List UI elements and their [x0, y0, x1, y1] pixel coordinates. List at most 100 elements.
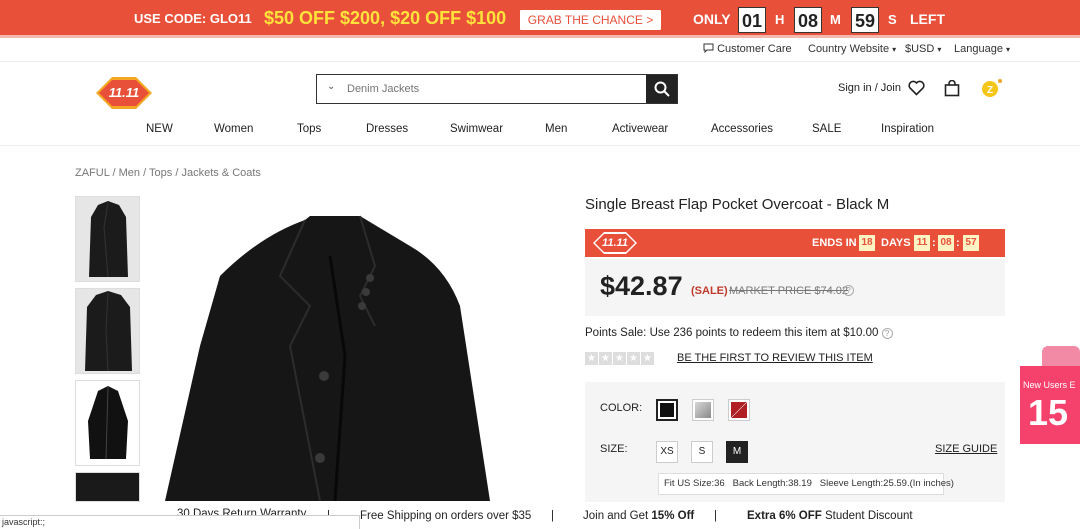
coat-main-image: [160, 196, 520, 501]
help-icon[interactable]: ?: [881, 328, 893, 339]
sign-in-link[interactable]: Sign in / Join: [838, 82, 901, 94]
nav-item-new[interactable]: NEW: [146, 123, 173, 135]
color-swatch-red[interactable]: [728, 399, 750, 421]
sale-colon: :: [956, 237, 960, 249]
color-label: COLOR:: [600, 402, 643, 414]
thumbnail-2[interactable]: [75, 288, 140, 374]
thumbnail-4[interactable]: [75, 472, 140, 502]
sale-tag: (SALE): [691, 285, 728, 297]
nav-item-inspiration[interactable]: Inspiration: [881, 123, 934, 135]
rating-stars: ★ ★ ★ ★ ★: [585, 352, 654, 365]
join-offer-prefix: Join and Get: [583, 510, 652, 522]
sale-badge-text: 11.11: [602, 237, 628, 249]
points-sale-info: Points Sale: Use 236 points to redeem th…: [585, 327, 893, 339]
fit-us-size: Fit US Size:36: [664, 478, 725, 489]
customer-care-link[interactable]: Customer Care: [703, 43, 792, 55]
product-price: $42.87: [600, 271, 683, 301]
promo-code: USE CODE: GLO11: [134, 11, 252, 26]
grab-chance-button[interactable]: GRAB THE CHANCE >: [520, 10, 661, 30]
countdown-seconds: 59: [851, 7, 879, 33]
star-icon: ★: [613, 352, 626, 365]
browser-status-bar: javascript:;: [0, 515, 360, 529]
logo-text: 11.11: [108, 85, 140, 100]
star-icon: ★: [599, 352, 612, 365]
benefit-separator: |: [714, 510, 717, 522]
search-category-chevron-icon[interactable]: ⌄: [327, 81, 335, 92]
nav-item-tops[interactable]: Tops: [297, 123, 321, 135]
nav-item-activewear[interactable]: Activewear: [612, 123, 668, 135]
coat-thumbnail-image: [76, 473, 139, 501]
coat-thumbnail-image: [76, 289, 139, 373]
search-button[interactable]: [646, 75, 677, 103]
star-icon: ★: [641, 352, 654, 365]
size-label: SIZE:: [600, 443, 628, 455]
benefit-separator: |: [551, 510, 554, 522]
svg-text:Z: Z: [987, 85, 993, 96]
shopping-bag-icon[interactable]: [944, 80, 960, 97]
color-swatch-black[interactable]: [656, 399, 678, 421]
size-option-m[interactable]: M: [726, 441, 748, 463]
sale-hours-value: 11: [914, 235, 930, 251]
nav-item-men[interactable]: Men: [545, 123, 567, 135]
countdown-s-unit: S: [888, 12, 897, 27]
coat-thumbnail-image: [76, 197, 139, 281]
currency-dropdown[interactable]: $USD ▾: [905, 43, 941, 55]
star-icon: ★: [585, 352, 598, 365]
sale-colon: :: [932, 237, 936, 249]
sale-days-value: 18: [859, 235, 875, 251]
sale-badge: 11.11: [593, 232, 637, 259]
product-options: COLOR: SIZE: XS S M SIZE GUIDE Fit US Si…: [585, 382, 1005, 502]
heart-icon[interactable]: [908, 80, 925, 96]
help-icon[interactable]: ?: [843, 285, 854, 296]
fit-measurements: Fit US Size:36 Back Length:38.19 Sleeve …: [658, 473, 954, 495]
nav-item-accessories[interactable]: Accessories: [711, 123, 773, 135]
sale-seconds-value: 57: [963, 235, 979, 251]
student-discount-suffix: Student Discount: [821, 510, 913, 522]
breadcrumb-separator: /: [143, 167, 147, 179]
utility-bar: Customer Care Country Website ▾ $USD ▾ L…: [0, 40, 1080, 62]
breadcrumb-jackets-coats[interactable]: Jackets & Coats: [181, 167, 260, 179]
breadcrumb-tops[interactable]: Tops: [149, 167, 172, 179]
nav-item-women[interactable]: Women: [214, 123, 253, 135]
sale-days-label: DAYS: [881, 237, 911, 249]
new-users-amount: 15: [1028, 392, 1069, 433]
nav-item-dresses[interactable]: Dresses: [366, 123, 408, 135]
breadcrumb: ZAFUL / Men / Tops / Jackets & Coats: [75, 167, 261, 179]
size-guide-link[interactable]: SIZE GUIDE: [935, 443, 997, 455]
z-points-coin-icon[interactable]: Z: [981, 78, 1003, 100]
student-discount[interactable]: Extra 6% OFF Student Discount: [747, 510, 913, 522]
country-website-dropdown[interactable]: Country Website ▾: [808, 43, 896, 55]
student-discount-amount: Extra 6% OFF: [747, 510, 822, 522]
thumbnail-1[interactable]: [75, 196, 140, 282]
countdown-m-unit: M: [830, 12, 841, 27]
new-users-tab: [1042, 346, 1080, 368]
chat-icon: [703, 43, 714, 54]
customer-care-label: Customer Care: [717, 43, 792, 55]
breadcrumb-separator: /: [175, 167, 179, 179]
chevron-down-icon: ▾: [937, 45, 942, 54]
site-logo[interactable]: 11.11: [96, 77, 152, 109]
chevron-down-icon: ▾: [892, 45, 897, 54]
join-offer[interactable]: Join and Get 15% Off: [583, 510, 694, 522]
nav-item-sale[interactable]: SALE: [812, 123, 841, 135]
write-review-link[interactable]: BE THE FIRST TO REVIEW THIS ITEM: [677, 352, 873, 364]
free-shipping[interactable]: Free Shipping on orders over $35: [360, 510, 531, 522]
color-swatch-gray[interactable]: [692, 399, 714, 421]
size-option-xs[interactable]: XS: [656, 441, 678, 463]
nav-item-swimwear[interactable]: Swimwear: [450, 123, 503, 135]
main-product-image[interactable]: [160, 196, 520, 501]
breadcrumb-home[interactable]: ZAFUL: [75, 167, 109, 179]
star-icon: ★: [627, 352, 640, 365]
flash-sale-bar: 11.11 ENDS IN 18 DAYS 11 : 08 : 57: [585, 229, 1005, 257]
new-users-promo[interactable]: New Users E 15: [1020, 346, 1080, 444]
breadcrumb-separator: /: [112, 167, 116, 179]
breadcrumb-men[interactable]: Men: [119, 167, 140, 179]
coat-thumbnail-image: [76, 381, 139, 465]
size-option-s[interactable]: S: [691, 441, 713, 463]
search-input[interactable]: [339, 76, 639, 102]
search-icon: [654, 81, 670, 97]
language-dropdown[interactable]: Language ▾: [954, 43, 1010, 55]
thumbnail-3[interactable]: [75, 380, 140, 466]
ends-in-label: ENDS IN: [812, 237, 857, 249]
color-swatch-fill: [660, 403, 674, 417]
